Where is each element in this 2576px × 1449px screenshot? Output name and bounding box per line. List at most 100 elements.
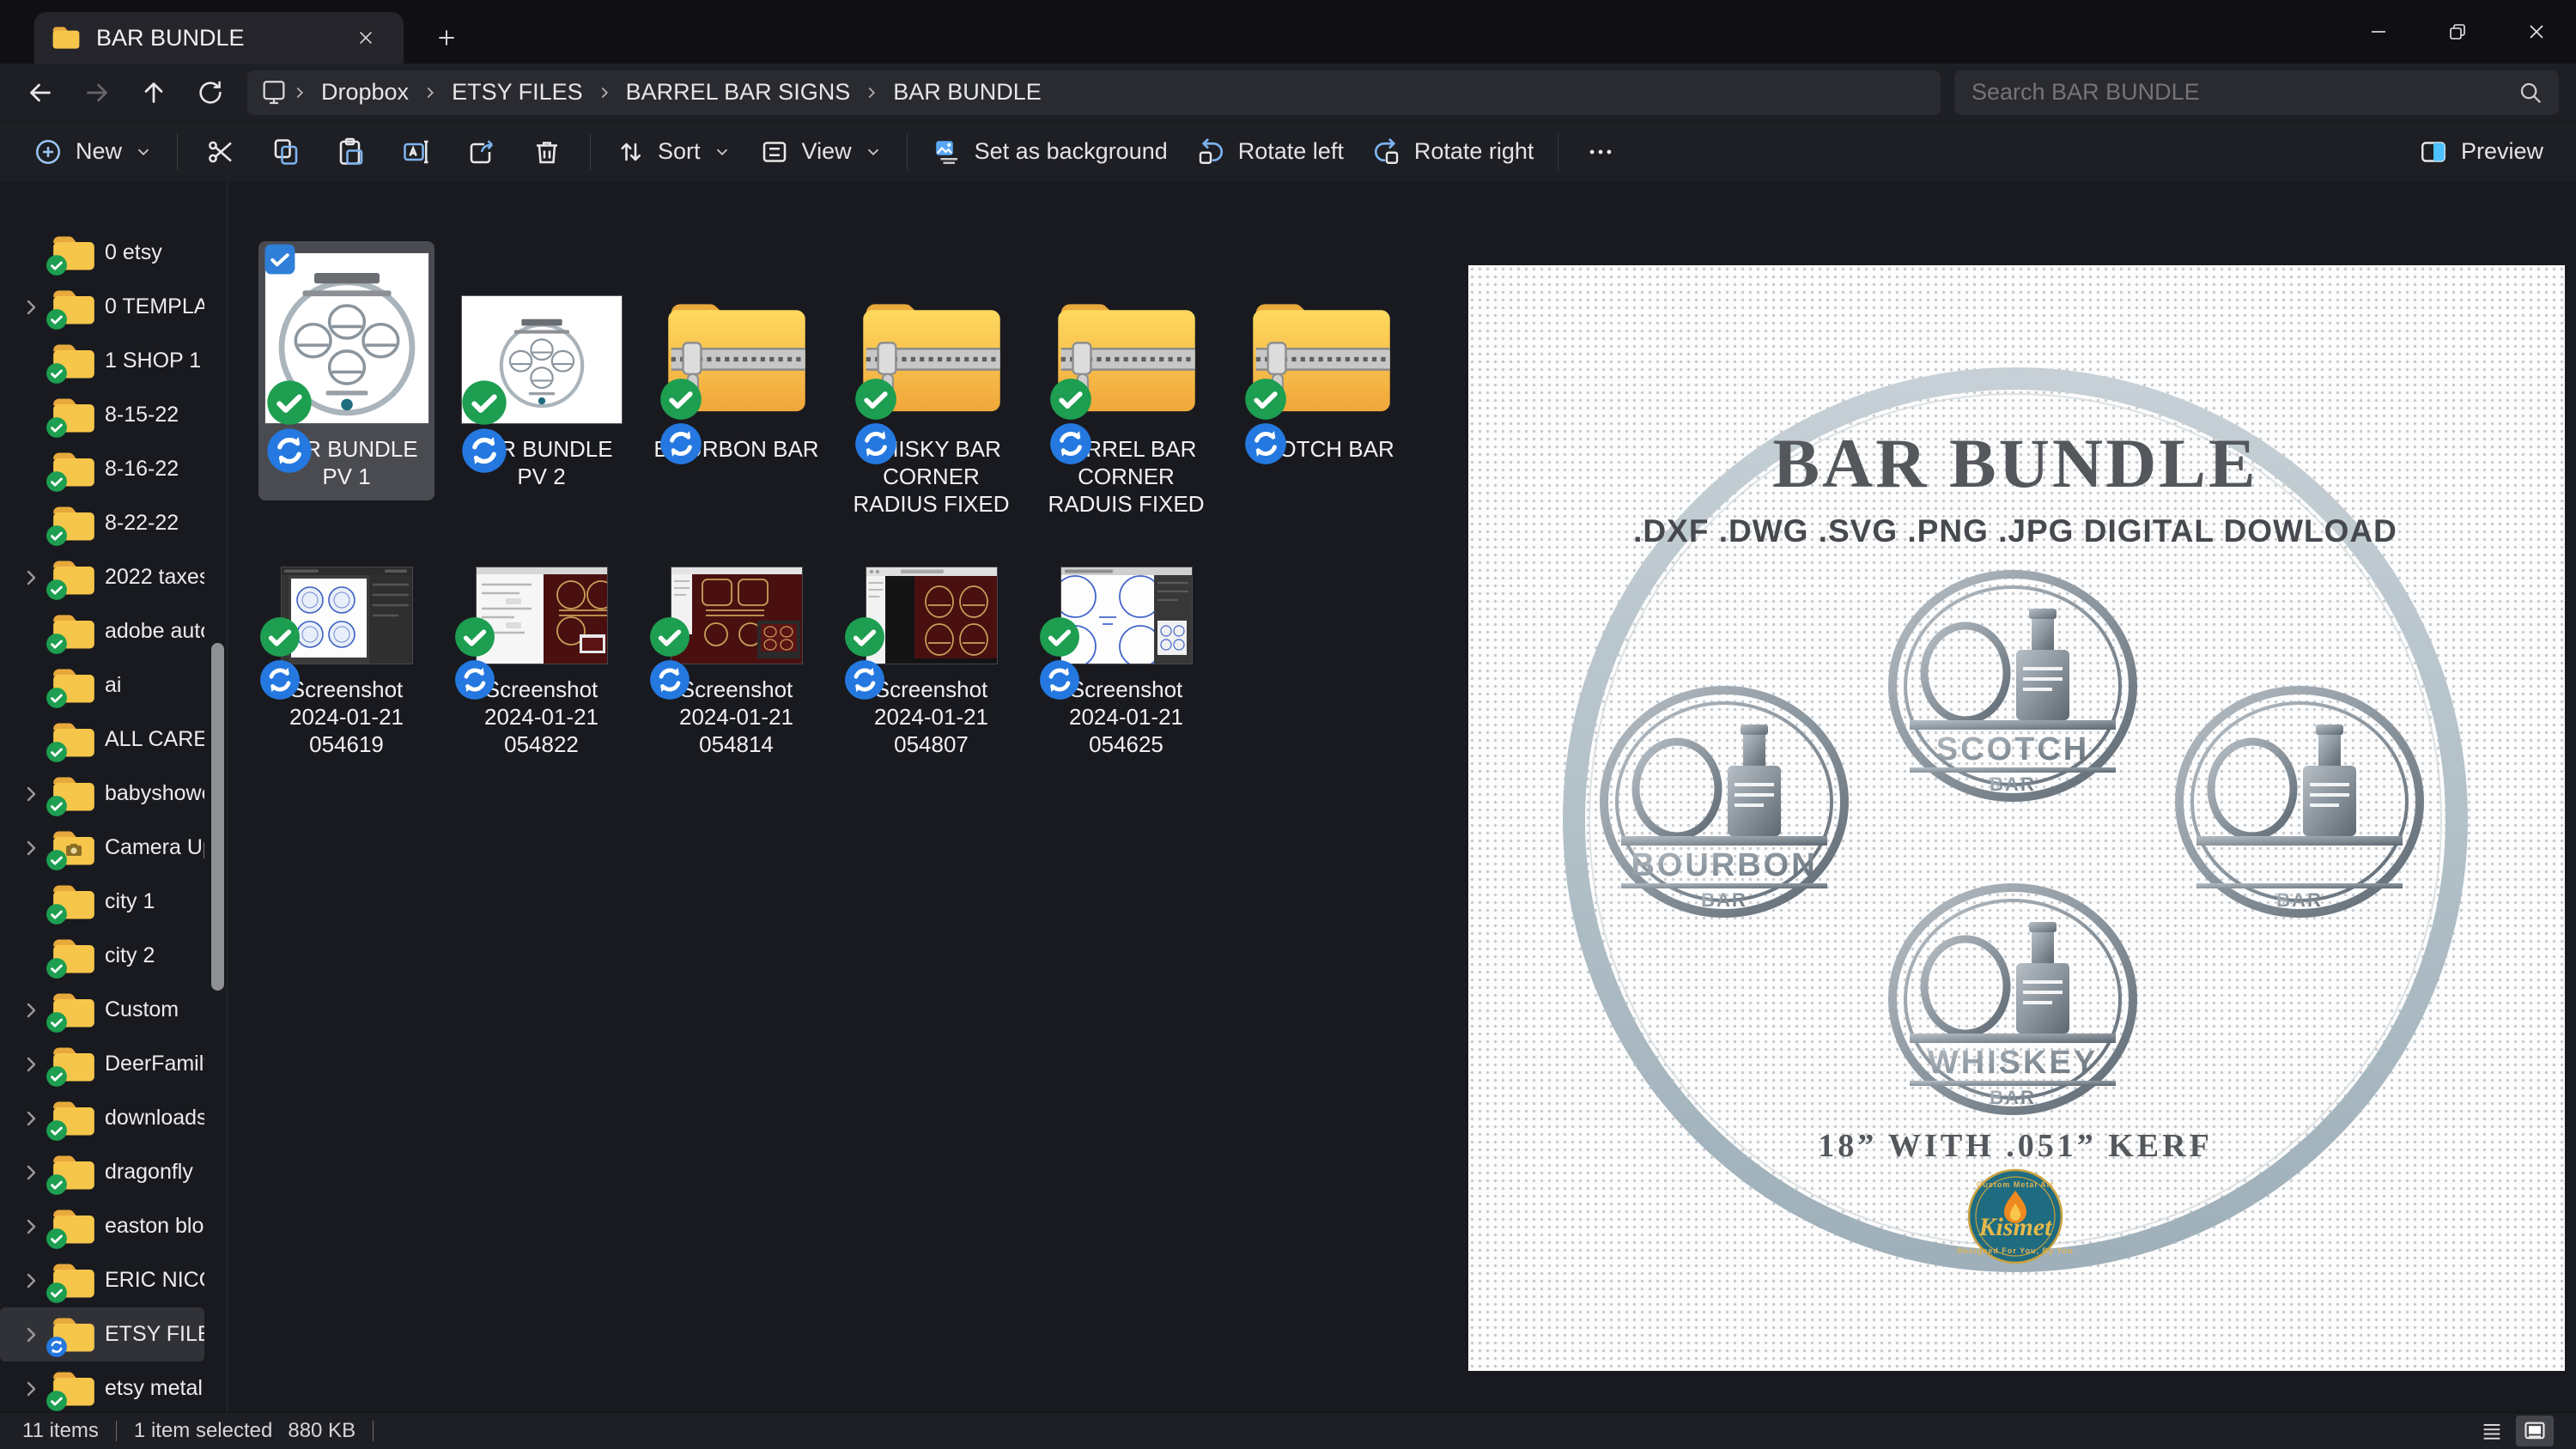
sidebar-item[interactable]: adobe auto [0, 604, 204, 658]
sidebar-item[interactable]: dragonfly [0, 1145, 204, 1199]
delete-button[interactable] [514, 128, 580, 176]
set-as-background-button[interactable]: Set as background [918, 128, 1182, 176]
back-button[interactable] [12, 70, 69, 116]
sidebar-item[interactable]: 8-22-22 [0, 496, 204, 550]
sync-status-badge [46, 957, 68, 979]
cut-button[interactable] [188, 128, 253, 176]
file-tile[interactable]: BAR BUNDLE PV 2 [453, 241, 629, 500]
details-view-toggle[interactable] [2473, 1416, 2511, 1446]
breadcrumb: ETSY FILES [441, 76, 616, 109]
chevron-right-icon [862, 83, 881, 102]
sidebar-item[interactable]: 1 SHOP 1 [0, 334, 204, 388]
new-tab-button[interactable] [426, 17, 467, 58]
breadcrumb-label[interactable]: ETSY FILES [441, 76, 593, 109]
preview-toggle-button[interactable]: Preview [2404, 128, 2557, 176]
sidebar-item[interactable]: babyshowe [0, 767, 204, 821]
status-divider [373, 1421, 374, 1441]
file-tile[interactable]: WHISKY BAR CORNER RADIUS FIXED [843, 241, 1019, 528]
breadcrumb-label[interactable]: Dropbox [311, 76, 419, 109]
file-tile[interactable]: Screenshot 2024-01-21 054625 [1038, 559, 1214, 768]
file-tile[interactable]: BAR BUNDLE PV 1 [258, 241, 434, 500]
address-bar[interactable]: Dropbox ETSY FILES BARREL BAR SIGNS BAR … [247, 70, 1941, 115]
folder-icon [52, 667, 96, 705]
breadcrumb-label[interactable]: BARREL BAR SIGNS [616, 76, 861, 109]
paste-button[interactable] [319, 128, 384, 176]
sidebar-item[interactable]: ai [0, 658, 204, 712]
copy-button[interactable] [253, 128, 319, 176]
rotate-left-button[interactable]: Rotate left [1182, 128, 1358, 176]
sidebar-item[interactable]: city 2 [0, 929, 204, 983]
rotate-left-icon [1195, 136, 1226, 167]
sidebar-item[interactable]: 8-15-22 [0, 388, 204, 442]
sidebar-item-label: 8-16-22 [105, 457, 204, 482]
tab-title: BAR BUNDLE [96, 25, 330, 52]
file-tile[interactable]: BARREL BAR CORNER RADUIS FIXED [1038, 241, 1214, 528]
sidebar-item[interactable]: ALL CARE [0, 712, 204, 767]
window-body: 0 etsy 0 TEMPLAT [0, 181, 2576, 1412]
sync-status-badge [46, 633, 68, 655]
more-options-button[interactable] [1569, 128, 1632, 176]
minimize-button[interactable] [2339, 0, 2418, 64]
explorer-tab[interactable]: BAR BUNDLE [34, 12, 404, 64]
sidebar-item[interactable]: DeerFamily [0, 1037, 204, 1091]
rotate-right-icon [1371, 136, 1402, 167]
file-tile[interactable]: Screenshot 2024-01-21 054822 [453, 559, 629, 768]
sync-status-badge [1048, 377, 1093, 421]
sidebar-item[interactable]: 2022 taxes [0, 550, 204, 604]
file-tile[interactable]: BOURBON BAR [648, 241, 824, 473]
share-button[interactable] [449, 128, 514, 176]
sidebar-item[interactable]: 8-16-22 [0, 442, 204, 496]
camera-icon [65, 843, 82, 857]
sidebar-item[interactable]: Camera Up [0, 821, 204, 875]
selection-checkbox[interactable] [264, 243, 296, 276]
tab-close-icon[interactable] [345, 17, 386, 58]
folder-icon [52, 343, 96, 380]
close-button[interactable] [2497, 0, 2576, 64]
sidebar-item[interactable]: Custom [0, 983, 204, 1037]
sidebar-item[interactable]: ERIC NICOI [0, 1253, 204, 1307]
sidebar-item[interactable]: easton blo [0, 1199, 204, 1253]
sidebar-item-label: 0 etsy [105, 240, 204, 265]
forward-button[interactable] [69, 70, 125, 116]
file-tile[interactable]: Screenshot 2024-01-21 054814 [648, 559, 824, 768]
search-box[interactable] [1954, 70, 2559, 115]
sidebar-item[interactable]: 0 TEMPLAT [0, 280, 204, 334]
search-icon[interactable] [2518, 80, 2543, 106]
navigation-bar: Dropbox ETSY FILES BARREL BAR SIGNS BAR … [0, 64, 2576, 121]
search-input[interactable] [1970, 78, 2518, 106]
breadcrumb-label[interactable]: BAR BUNDLE [883, 76, 1052, 109]
breadcrumb: BARREL BAR SIGNS [616, 76, 884, 109]
copy-icon [270, 136, 301, 167]
refresh-button[interactable] [182, 70, 239, 116]
chevron-down-icon [134, 142, 153, 161]
new-button[interactable]: New [19, 128, 167, 176]
sidebar-scrollbar[interactable] [211, 643, 224, 991]
file-tile[interactable]: SCOTCH BAR [1233, 241, 1409, 473]
view-button[interactable]: View [745, 128, 896, 176]
sidebar-item[interactable]: downloads [0, 1091, 204, 1145]
sidebar-item[interactable]: ETSY FILES [0, 1307, 204, 1361]
sync-status-badge [460, 379, 508, 427]
share-icon [466, 136, 497, 167]
folder-icon [52, 1262, 96, 1300]
up-button[interactable] [125, 70, 182, 116]
selection-size: 880 KB [288, 1419, 355, 1443]
sync-status-badge [46, 416, 68, 439]
sidebar-item[interactable]: city 1 [0, 875, 204, 929]
rename-button[interactable] [384, 128, 449, 176]
restore-button[interactable] [2418, 0, 2497, 64]
sidebar-item[interactable]: etsy metal [0, 1361, 204, 1416]
sync-status-badge [1243, 377, 1288, 421]
file-tile[interactable]: Screenshot 2024-01-21 054619 [258, 559, 434, 768]
sort-button[interactable]: Sort [601, 128, 745, 176]
title-bar: BAR BUNDLE [0, 0, 2576, 64]
folder-icon [52, 1316, 96, 1354]
file-tile[interactable]: Screenshot 2024-01-21 054807 [843, 559, 1019, 768]
sidebar-item-label: etsy metal [105, 1376, 204, 1401]
sidebar-item[interactable]: 0 etsy [0, 226, 204, 280]
sync-status-badge [1038, 615, 1081, 658]
folder-icon [52, 991, 96, 1029]
sidebar-item-label: 1 SHOP 1 [105, 349, 204, 373]
rotate-right-button[interactable]: Rotate right [1358, 128, 1548, 176]
thumbnail-view-toggle[interactable] [2516, 1416, 2554, 1446]
